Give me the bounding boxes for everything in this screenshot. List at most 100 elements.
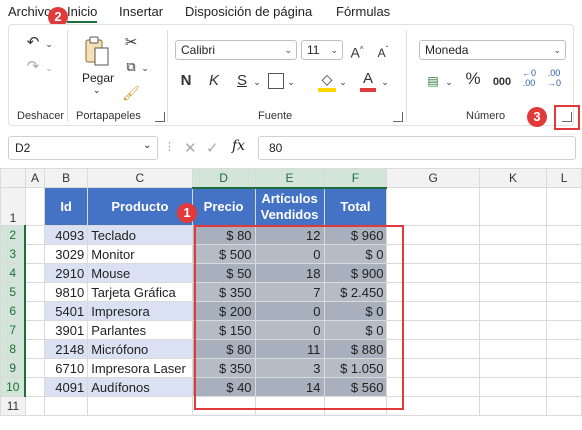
col-header-f[interactable]: F	[323, 168, 388, 189]
increase-font-icon[interactable]: A^	[348, 41, 366, 62]
font-color-icon[interactable]: A	[360, 70, 376, 92]
header-precio[interactable]: Precio	[191, 187, 256, 226]
copy-icon[interactable]: ⧉	[122, 58, 140, 76]
italic-button[interactable]: K	[206, 72, 222, 90]
cell[interactable]	[478, 225, 548, 245]
cell-id[interactable]: 3029	[43, 244, 89, 264]
cell-id[interactable]: 2148	[43, 339, 89, 359]
font-name-select[interactable]: Calibri ⌄	[175, 40, 297, 60]
cell[interactable]	[478, 187, 548, 226]
row-header-1[interactable]: 1	[0, 187, 26, 226]
cell[interactable]	[24, 339, 46, 359]
cell-id[interactable]: 4093	[43, 225, 89, 245]
font-size-select[interactable]: 11 ⌄	[301, 40, 343, 60]
bold-button[interactable]: N	[178, 72, 194, 90]
cell[interactable]	[24, 187, 46, 226]
cell[interactable]	[478, 301, 548, 321]
cell[interactable]	[87, 396, 193, 416]
header-total[interactable]: Total	[323, 187, 388, 226]
cell[interactable]	[478, 263, 548, 283]
paste-dropdown-icon[interactable]: ⌄	[93, 85, 101, 96]
row-header[interactable]: 10	[0, 377, 27, 397]
paste-icon[interactable]	[84, 36, 110, 68]
borders-dropdown-icon[interactable]: ⌄	[286, 73, 296, 91]
cell-product[interactable]: Monitor	[87, 244, 193, 264]
cell[interactable]	[24, 301, 46, 321]
cell[interactable]	[546, 282, 582, 302]
col-header-d[interactable]: D	[191, 168, 256, 189]
cell-id[interactable]: 2910	[43, 263, 89, 283]
row-header[interactable]: 2	[0, 225, 27, 245]
cell[interactable]	[24, 244, 46, 264]
cell[interactable]	[24, 377, 46, 397]
col-header-k[interactable]: K	[478, 168, 548, 188]
decrease-decimal-icon[interactable]: .00 →0	[545, 68, 563, 88]
row-header[interactable]: 8	[0, 339, 27, 359]
cell-id[interactable]: 5401	[43, 301, 89, 321]
borders-icon[interactable]	[268, 73, 284, 89]
drag-handle-icon[interactable]: ⋮	[164, 140, 175, 153]
cell[interactable]	[24, 396, 46, 416]
row-header[interactable]: 6	[0, 301, 27, 321]
tab-insertar[interactable]: Insertar	[119, 4, 163, 19]
header-id[interactable]: Id	[43, 187, 89, 226]
percent-button[interactable]: %	[464, 70, 482, 88]
col-header-g[interactable]: G	[386, 168, 480, 188]
cell[interactable]	[386, 187, 480, 226]
thousands-button[interactable]: 000	[490, 73, 514, 91]
underline-dropdown-icon[interactable]: ⌄	[252, 73, 262, 91]
cell[interactable]	[546, 301, 582, 321]
redo-icon[interactable]: ↷	[22, 58, 44, 76]
cell-product[interactable]: Micrófono	[87, 339, 193, 359]
cell[interactable]	[478, 377, 548, 397]
cell-product[interactable]: Parlantes	[87, 320, 193, 340]
cell-product[interactable]: Impresora Laser	[87, 358, 193, 378]
number-format-select[interactable]: Moneda ⌄	[419, 40, 566, 60]
copy-dropdown-icon[interactable]: ⌄	[140, 59, 150, 77]
cell[interactable]	[478, 282, 548, 302]
cell-product[interactable]: Audífonos	[87, 377, 193, 397]
header-producto[interactable]: Producto	[87, 187, 193, 226]
cell[interactable]	[478, 339, 548, 359]
col-header-b[interactable]: B	[43, 168, 89, 188]
tab-inicio[interactable]: Inicio	[67, 4, 98, 23]
undo-icon[interactable]: ↶	[22, 34, 44, 52]
cell[interactable]	[478, 320, 548, 340]
decrease-font-icon[interactable]: Aˇ	[374, 41, 392, 62]
cell-id[interactable]: 9810	[43, 282, 89, 302]
cell[interactable]	[546, 377, 582, 397]
col-header-e[interactable]: E	[254, 168, 325, 189]
cell[interactable]	[478, 396, 548, 416]
enter-icon[interactable]: ✓	[206, 139, 219, 157]
cell-product[interactable]: Tarjeta Gráfica	[87, 282, 193, 302]
cell[interactable]	[546, 187, 582, 226]
cut-icon[interactable]: ✂	[122, 34, 140, 52]
row-header[interactable]: 5	[0, 282, 27, 302]
cell[interactable]	[546, 244, 582, 264]
fill-dropdown-icon[interactable]: ⌄	[338, 73, 348, 91]
font-launcher-icon[interactable]	[393, 112, 403, 122]
cell[interactable]	[24, 225, 46, 245]
row-header-11[interactable]: 11	[0, 396, 26, 416]
cell[interactable]	[24, 358, 46, 378]
cell-product[interactable]: Teclado	[87, 225, 193, 245]
fill-color-icon[interactable]: ◇	[318, 70, 336, 92]
col-header-c[interactable]: C	[87, 168, 193, 188]
tab-archivo[interactable]: Archivo	[8, 4, 51, 19]
font-color-dropdown-icon[interactable]: ⌄	[380, 73, 390, 91]
undo-dropdown-icon[interactable]: ⌄	[44, 35, 54, 53]
col-header-l[interactable]: L	[546, 168, 582, 188]
cell[interactable]	[478, 358, 548, 378]
cell-product[interactable]: Impresora	[87, 301, 193, 321]
clipboard-launcher-icon[interactable]	[155, 112, 165, 122]
cell[interactable]	[546, 263, 582, 283]
increase-decimal-icon[interactable]: ←0.00	[520, 68, 538, 88]
name-box[interactable]: D2 ⌄	[8, 136, 158, 160]
cell[interactable]	[546, 225, 582, 245]
cancel-icon[interactable]: ✕	[184, 139, 197, 157]
row-header[interactable]: 9	[0, 358, 27, 378]
row-header[interactable]: 3	[0, 244, 27, 264]
accounting-format-icon[interactable]: ▤	[423, 72, 443, 90]
tab-formulas[interactable]: Fórmulas	[336, 4, 390, 19]
cell[interactable]	[546, 358, 582, 378]
